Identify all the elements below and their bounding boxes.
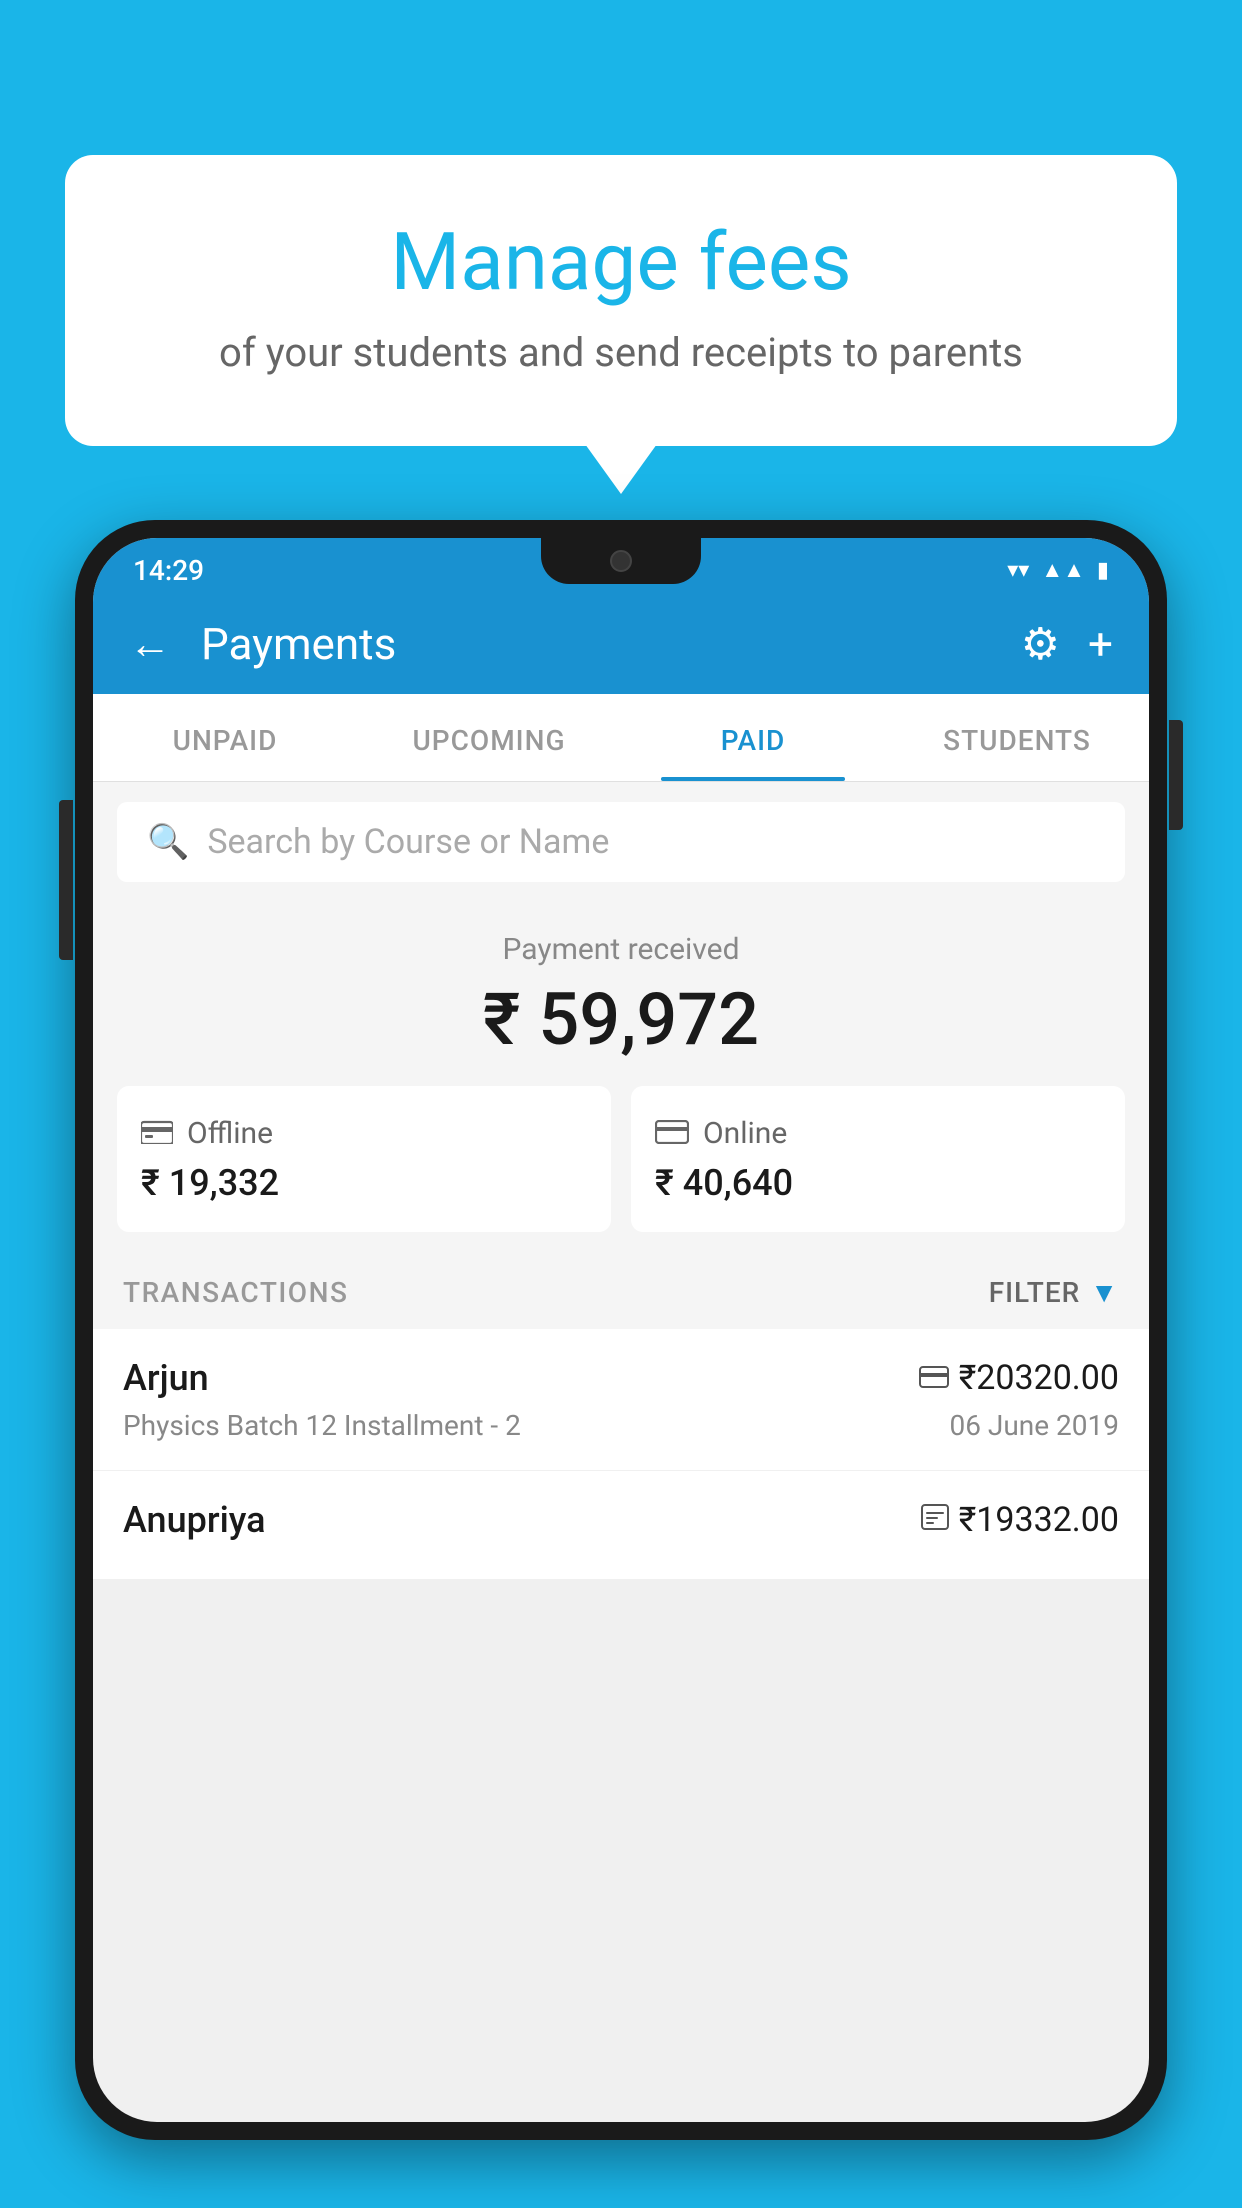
speech-bubble-container: Manage fees of your students and send re… [65,155,1177,446]
phone-notch [541,538,701,584]
status-icons: ▾▾ ▲▲ ▮ [1007,557,1109,583]
speech-bubble: Manage fees of your students and send re… [65,155,1177,446]
transaction-date: 06 June 2019 [949,1409,1119,1442]
header-title: Payments [201,618,991,670]
filter-icon: ▼ [1090,1276,1119,1309]
settings-button[interactable]: ⚙ [1021,618,1060,670]
payment-total-amount: ₹ 59,972 [117,977,1125,1062]
transactions-header: TRANSACTIONS FILTER ▼ [93,1256,1149,1329]
transaction-bottom: Physics Batch 12 Installment - 2 06 June… [123,1409,1119,1442]
transaction-name: Anupriya [123,1499,266,1541]
phone-container: 14:29 ▾▾ ▲▲ ▮ ← Payments ⚙ + UNPAID UP [75,520,1167,2208]
signal-icon: ▲▲ [1041,557,1085,583]
transaction-amount: ₹20320.00 [959,1358,1119,1398]
header-actions: ⚙ + [1021,618,1113,670]
filter-label: FILTER [989,1276,1081,1309]
phone-body: 14:29 ▾▾ ▲▲ ▮ ← Payments ⚙ + UNPAID UP [75,520,1167,2140]
tab-unpaid[interactable]: UNPAID [93,694,357,781]
wifi-icon: ▾▾ [1007,558,1029,583]
transaction-row[interactable]: Anupriya ₹19332.00 [93,1471,1149,1580]
transactions-label: TRANSACTIONS [123,1276,348,1309]
transaction-row[interactable]: Arjun ₹20320.00 Physics Batch 12 Install… [93,1329,1149,1471]
online-label: Online [703,1116,787,1151]
search-icon: 🔍 [147,822,189,862]
filter-button[interactable]: FILTER ▼ [989,1276,1119,1309]
bubble-subtitle: of your students and send receipts to pa… [145,329,1097,376]
transaction-amount: ₹19332.00 [959,1500,1119,1540]
transaction-top: Arjun ₹20320.00 [123,1357,1119,1399]
offline-card-top: Offline [141,1114,273,1152]
online-amount: ₹ 40,640 [655,1162,793,1204]
search-placeholder: Search by Course or Name [207,822,609,862]
bubble-title: Manage fees [145,215,1097,309]
battery-icon: ▮ [1097,558,1109,583]
payment-summary: Payment received ₹ 59,972 [93,902,1149,1256]
transaction-amount-wrap: ₹19332.00 [921,1500,1119,1540]
camera-dot [610,550,632,572]
tab-paid[interactable]: PAID [621,694,885,781]
transaction-type-icon [919,1362,949,1395]
app-header: ← Payments ⚙ + [93,594,1149,694]
transaction-type-icon [921,1504,949,1537]
online-icon [655,1114,689,1152]
offline-icon [141,1114,173,1152]
payment-cards: Offline ₹ 19,332 Online [117,1086,1125,1232]
add-button[interactable]: + [1088,618,1113,670]
search-container: 🔍 Search by Course or Name [93,782,1149,902]
transaction-top: Anupriya ₹19332.00 [123,1499,1119,1541]
tab-students[interactable]: STUDENTS [885,694,1149,781]
back-button[interactable]: ← [129,620,171,669]
search-box[interactable]: 🔍 Search by Course or Name [117,802,1125,882]
payment-received-label: Payment received [117,932,1125,967]
status-time: 14:29 [133,554,204,587]
offline-label: Offline [187,1116,273,1151]
tab-upcoming[interactable]: UPCOMING [357,694,621,781]
tabs: UNPAID UPCOMING PAID STUDENTS [93,694,1149,782]
phone-screen: 14:29 ▾▾ ▲▲ ▮ ← Payments ⚙ + UNPAID UP [93,538,1149,2122]
transaction-desc: Physics Batch 12 Installment - 2 [123,1409,521,1442]
offline-card: Offline ₹ 19,332 [117,1086,611,1232]
offline-amount: ₹ 19,332 [141,1162,279,1204]
transaction-amount-wrap: ₹20320.00 [919,1358,1119,1398]
transaction-name: Arjun [123,1357,209,1399]
online-card-top: Online [655,1114,787,1152]
online-card: Online ₹ 40,640 [631,1086,1125,1232]
